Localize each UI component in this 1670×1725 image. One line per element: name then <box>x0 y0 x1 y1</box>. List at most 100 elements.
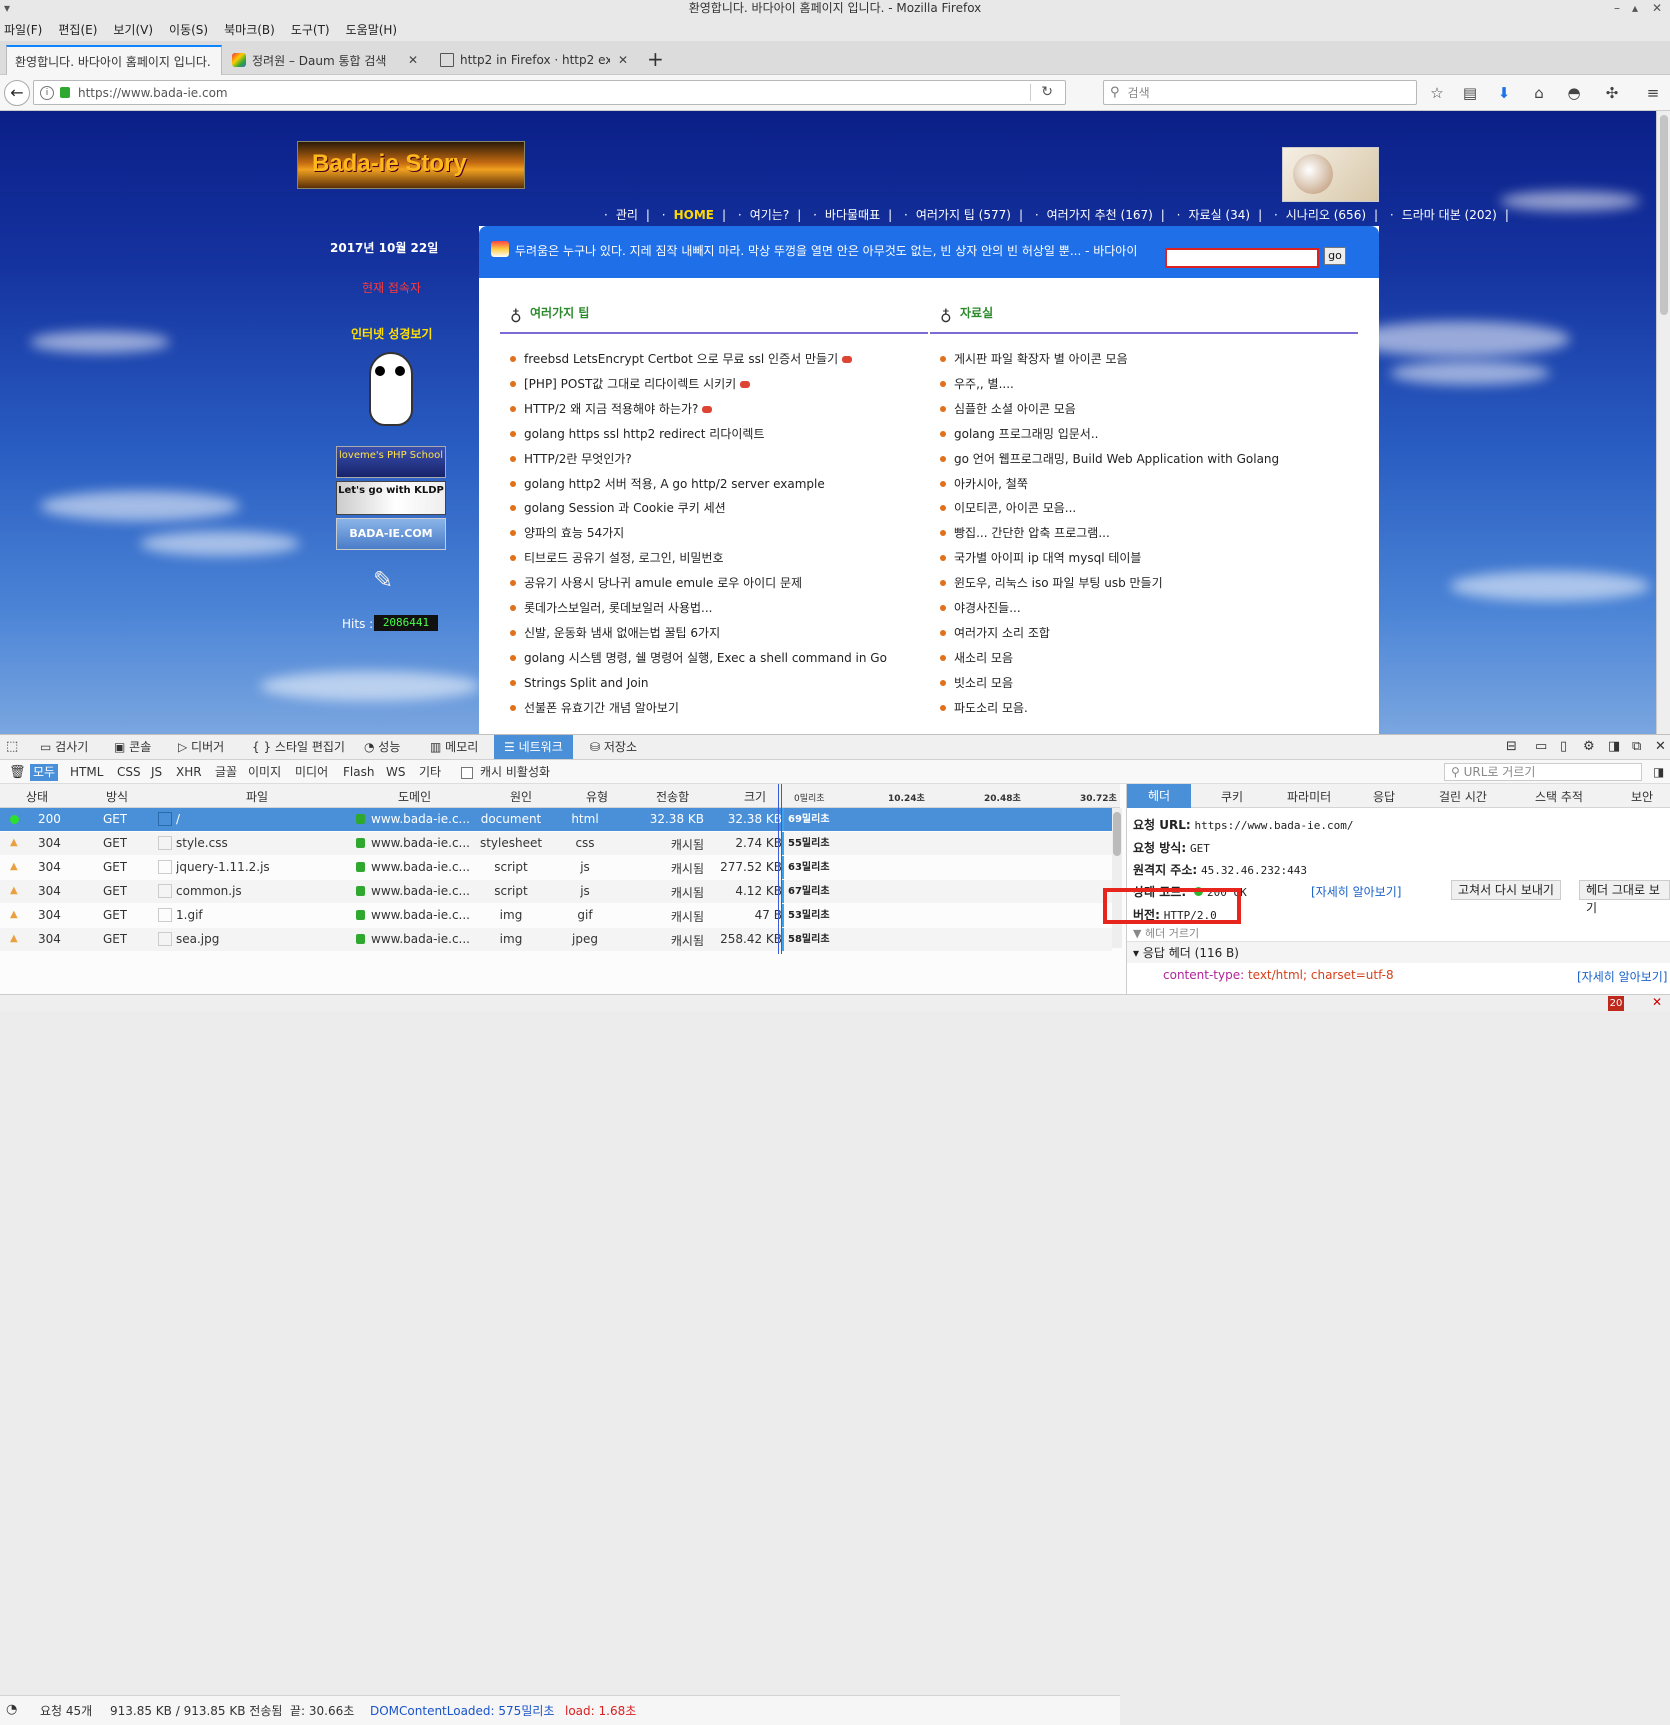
col-size[interactable]: 크기 <box>744 788 766 805</box>
separate-window-icon[interactable]: ⧉ <box>1632 735 1641 759</box>
menu-bookmarks[interactable]: 북마크(B) <box>224 21 275 38</box>
tool-network[interactable]: ☰ 네트워크 <box>494 735 573 759</box>
phpschool-badge[interactable]: loveme's PHP School <box>336 446 446 478</box>
filter-images[interactable]: 이미지 <box>245 764 284 781</box>
col-file[interactable]: 파일 <box>246 788 268 805</box>
nav-link-scenario[interactable]: 시나리오 (656) <box>1286 208 1366 222</box>
learn-more-link[interactable]: [자세히 알아보기] <box>1577 968 1667 985</box>
tip-link[interactable]: [PHP] POST값 그대로 리다이렉트 시키키 <box>524 377 736 391</box>
pocket-icon[interactable]: ◓ <box>1565 84 1583 102</box>
tip-list-item[interactable]: golang http2 서버 적용, A go http/2 server e… <box>508 476 825 492</box>
tip-link[interactable]: 양파의 효능 54가지 <box>524 526 624 540</box>
new-tab-icon[interactable]: + <box>647 47 664 71</box>
tip-link[interactable]: 티브로드 공유기 설정, 로그인, 비밀번호 <box>524 551 724 565</box>
minimize-icon[interactable]: – <box>1614 0 1620 17</box>
tip-list-item[interactable]: golang https ssl http2 redirect 리다이렉트 <box>508 426 765 442</box>
tip-list-item[interactable]: 롯데가스보일러, 롯데보일러 사용법... <box>508 600 713 616</box>
file-list-item[interactable]: 게시판 파일 확장자 별 아이콘 모음 <box>938 351 1128 367</box>
file-list-item[interactable]: 새소리 모음 <box>938 650 1013 666</box>
section-tips-title[interactable]: 여러가지 팁 <box>530 304 589 321</box>
col-method[interactable]: 방식 <box>106 788 128 805</box>
detail-tab-response[interactable]: 응답 <box>1373 788 1395 805</box>
request-scrollbar[interactable] <box>1112 808 1122 948</box>
file-list-item[interactable]: 야경사진들... <box>938 600 1021 616</box>
tool-inspector[interactable]: ▭ 검사기 <box>40 735 88 759</box>
file-list-item[interactable]: 윈도우, 리눅스 iso 파일 부팅 usb 만들기 <box>938 575 1163 591</box>
tip-list-item[interactable]: 티브로드 공유기 설정, 로그인, 비밀번호 <box>508 550 724 566</box>
nav-link-tide[interactable]: 바다물때표 <box>825 208 880 222</box>
nav-link-files[interactable]: 자료실 (34) <box>1188 208 1250 222</box>
file-list-item[interactable]: 아카시아, 철쭉 <box>938 476 1028 492</box>
close-bar-icon[interactable]: ✕ <box>1652 995 1662 1009</box>
tip-list-item[interactable]: [PHP] POST값 그대로 리다이렉트 시키키 <box>508 376 751 392</box>
tip-list-item[interactable]: 공유기 사용시 당나귀 amule emule 로우 아이디 문제 <box>508 575 802 591</box>
menu-view[interactable]: 보기(V) <box>113 21 153 38</box>
filter-ws[interactable]: WS <box>383 764 408 781</box>
kldp-badge[interactable]: Let's go with KLDP <box>336 481 446 515</box>
detail-tab-headers[interactable]: 헤더 <box>1127 784 1191 808</box>
toggle-sidebar-icon[interactable]: ◨ <box>1650 764 1667 781</box>
tool-performance[interactable]: ◔ 성능 <box>364 735 400 759</box>
perf-analysis-icon[interactable]: ◔ <box>6 1702 17 1717</box>
filter-flash[interactable]: Flash <box>340 764 377 781</box>
request-url-value[interactable]: https://www.bada-ie.com/ <box>1195 819 1354 832</box>
file-list-item[interactable]: 심플한 소셜 아이콘 모음 <box>938 401 1076 417</box>
tab-daum[interactable]: 정려원 – Daum 통합 검색 ✕ <box>224 45 426 75</box>
file-list-item[interactable]: 이모티콘, 아이콘 모음... <box>938 500 1076 516</box>
tip-link[interactable]: 신발, 운동화 냄새 없애는법 꿀팁 6가지 <box>524 626 720 640</box>
cache-disable-label[interactable]: 캐시 비활성화 <box>477 764 553 781</box>
reload-icon[interactable]: ↻ <box>1041 84 1053 100</box>
search-placeholder[interactable]: 검색 <box>1128 84 1150 101</box>
split-console-icon[interactable]: ▭ <box>1535 735 1547 759</box>
tip-link[interactable]: golang 시스템 명령, 쉘 명령어 실행, Exec a shell co… <box>524 651 887 665</box>
nav-link-drama[interactable]: 드라마 대본 (202) <box>1402 208 1497 222</box>
back-icon[interactable]: ← <box>4 80 30 106</box>
dock-side-icon[interactable]: ◨ <box>1608 735 1620 759</box>
file-list-item[interactable]: go 언어 웹프로그래밍, Build Web Application with… <box>938 451 1279 467</box>
url-filter-input[interactable]: ⚲ URL로 거르기 <box>1444 763 1642 781</box>
tool-memory[interactable]: ▥ 메모리 <box>430 735 478 759</box>
nav-link-home[interactable]: HOME <box>674 208 714 222</box>
col-cause[interactable]: 원인 <box>510 788 532 805</box>
menu-history[interactable]: 이동(S) <box>169 21 208 38</box>
bookmark-star-icon[interactable]: ☆ <box>1428 84 1446 102</box>
tip-link[interactable]: golang https ssl http2 redirect 리다이렉트 <box>524 427 765 441</box>
raw-headers-button[interactable]: 헤더 그대로 보기 <box>1579 880 1670 915</box>
request-row[interactable]: ▲ 304 GET common.js www.bada-ie.c... script js… <box>0 880 1112 903</box>
url-bar[interactable]: i https://www.bada-ie.com ↻ <box>33 80 1066 105</box>
download-icon[interactable]: ⬇ <box>1495 84 1513 102</box>
nav-link-tips[interactable]: 여러가지 팁 (577) <box>916 208 1011 222</box>
dock-icon[interactable]: ⊟ <box>1506 735 1517 759</box>
badge-count[interactable]: 20 <box>1608 996 1624 1011</box>
site-search-input[interactable] <box>1165 248 1319 268</box>
edit-resend-button[interactable]: 고쳐서 다시 보내기 <box>1451 880 1561 900</box>
tab-bada-ie[interactable]: 환영합니다. 바다아이 홈페이지 입니다. <box>6 45 222 75</box>
info-icon[interactable]: i <box>40 85 54 100</box>
section-files-title[interactable]: 자료실 <box>960 304 993 321</box>
pick-element-icon[interactable]: ⬚ <box>6 735 18 759</box>
site-logo[interactable]: Bada-ie Story <box>297 141 525 189</box>
close-tab-icon[interactable]: ✕ <box>408 53 418 67</box>
file-list-item[interactable]: 빵집... 간단한 압축 프로그램... <box>938 525 1110 541</box>
tip-list-item[interactable]: 양파의 효능 54가지 <box>508 525 624 541</box>
maximize-icon[interactable]: ▴ <box>1632 0 1638 17</box>
page-scrollbar[interactable] <box>1656 111 1670 734</box>
menu-edit[interactable]: 편집(E) <box>58 21 97 38</box>
close-devtools-icon[interactable]: ✕ <box>1655 735 1666 759</box>
reading-list-icon[interactable]: ▤ <box>1461 84 1479 102</box>
detail-tab-security[interactable]: 보안 <box>1631 788 1653 805</box>
tool-storage[interactable]: ⛁ 저장소 <box>590 735 637 759</box>
nav-link-about[interactable]: 여기는? <box>750 208 790 222</box>
col-transferred[interactable]: 전송함 <box>656 788 689 805</box>
filter-media[interactable]: 미디어 <box>292 764 331 781</box>
tip-link[interactable]: Strings Split and Join <box>524 676 649 690</box>
file-list-item[interactable]: 파도소리 모음. <box>938 700 1028 716</box>
nav-link-admin[interactable]: 관리 <box>616 208 638 222</box>
responsive-icon[interactable]: ▯ <box>1560 735 1567 759</box>
tip-link[interactable]: golang http2 서버 적용, A go http/2 server e… <box>524 477 825 491</box>
filter-all[interactable]: 모두 <box>30 764 59 781</box>
close-tab-icon[interactable]: ✕ <box>618 53 628 67</box>
tip-link[interactable]: golang Session 과 Cookie 쿠키 세션 <box>524 501 726 515</box>
site-search-button[interactable]: go <box>1324 247 1346 265</box>
menu-tools[interactable]: 도구(T) <box>291 21 330 38</box>
